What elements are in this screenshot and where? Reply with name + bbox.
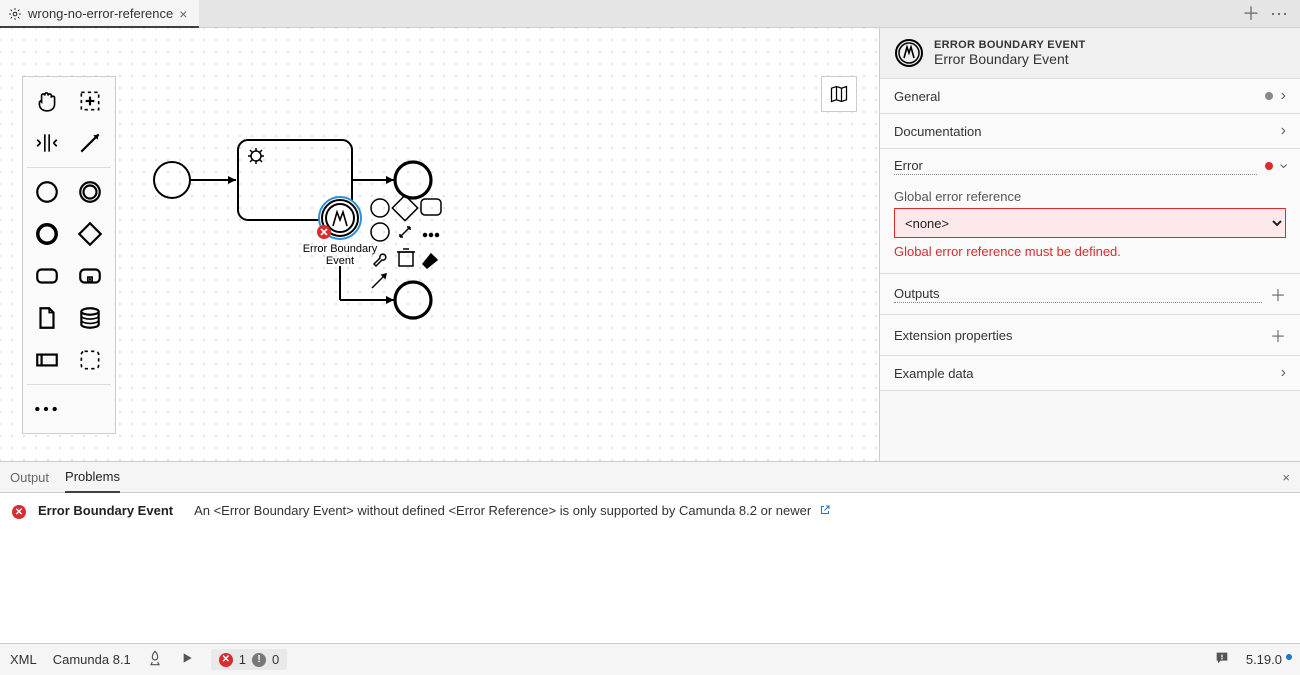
error-icon: ✕ [219,653,233,667]
section-documentation[interactable]: Documentation › [880,114,1300,149]
state-dot-icon [1265,92,1273,100]
error-dot-icon [1265,162,1273,170]
section-extension[interactable]: Extension properties ＋ [880,315,1300,356]
panel-type: ERROR BOUNDARY EVENT [934,39,1085,51]
tool-connect[interactable] [70,123,110,163]
gear-icon [8,7,22,21]
add-icon[interactable]: ＋ [1270,323,1286,347]
tool-data-object[interactable] [27,298,67,338]
tool-intermediate-event[interactable] [70,172,110,212]
chevron-right-icon: › [1281,364,1286,382]
chevron-right-icon: › [1281,87,1286,105]
global-error-ref-select[interactable]: <none> [894,208,1286,238]
run-button[interactable] [179,650,195,669]
problem-row[interactable]: Error Boundary Event An <Error Boundary … [38,503,831,518]
problem-message: An <Error Boundary Event> without define… [194,503,811,518]
chevron-right-icon: › [1281,122,1286,140]
more-menu-button[interactable]: ⋯ [1270,5,1288,23]
validation-message: Global error reference must be defined. [894,244,1286,259]
chevron-down-icon: › [1274,163,1292,168]
properties-panel: ERROR BOUNDARY EVENT Error Boundary Even… [880,28,1300,461]
close-icon[interactable]: × [179,6,187,22]
status-xml[interactable]: XML [10,652,37,667]
error-icon: ✕ [12,505,26,519]
close-icon[interactable]: × [1282,470,1290,485]
tool-hand[interactable] [27,81,67,121]
context-pad [371,195,441,288]
tool-space[interactable] [27,123,67,163]
panel-header: ERROR BOUNDARY EVENT Error Boundary Even… [880,28,1300,79]
section-error: Error › Global error reference <none> Gl… [880,149,1300,274]
svg-text:Event: Event [326,255,354,267]
palette [22,76,116,434]
tabbar: wrong-no-error-reference × ＋ ⋯ [0,0,1300,28]
warning-icon: ! [252,653,266,667]
status-error-counter[interactable]: ✕ 1 ! 0 [211,649,287,670]
tool-start-event[interactable] [27,172,67,212]
tab-problems[interactable]: Problems [65,462,120,493]
tool-group[interactable] [70,340,110,380]
tool-end-event[interactable] [27,214,67,254]
panel-name: Error Boundary Event [934,51,1085,67]
version-label[interactable]: 5.19.0 [1246,652,1290,667]
tab-output[interactable]: Output [10,463,49,492]
element-label: Error Boundary [303,243,378,255]
problems-panel: ✕ Error Boundary Event An <Error Boundar… [0,493,1300,643]
tool-lasso[interactable] [70,81,110,121]
status-platform[interactable]: Camunda 8.1 [53,652,131,667]
tool-task[interactable] [27,256,67,296]
tabbar-actions: ＋ ⋯ [1242,0,1300,27]
section-example[interactable]: Example data › [880,356,1300,391]
external-link-icon[interactable] [819,504,831,516]
section-general[interactable]: General › [880,79,1300,114]
tool-more[interactable] [27,389,67,429]
tool-pool[interactable] [27,340,67,380]
content-area: Error Boundary Event [0,28,1300,461]
problem-source: Error Boundary Event [38,503,173,518]
tool-data-store[interactable] [70,298,110,338]
section-outputs[interactable]: Outputs ＋ [880,274,1300,315]
new-tab-button[interactable]: ＋ [1242,5,1260,23]
section-error-head[interactable]: Error › [880,149,1300,183]
error-event-icon [894,38,924,68]
feedback-button[interactable] [1214,650,1230,669]
deploy-button[interactable] [147,650,163,669]
diagram-svg: Error Boundary Event [0,28,880,458]
bottom-tabs: Output Problems × [0,461,1300,493]
file-tab-title: wrong-no-error-reference [28,6,173,21]
field-label: Global error reference [894,189,1286,204]
add-icon[interactable]: ＋ [1270,282,1286,306]
tool-subprocess[interactable] [70,256,110,296]
status-bar: XML Camunda 8.1 ✕ 1 ! 0 5.19.0 [0,643,1300,675]
tool-gateway[interactable] [70,214,110,254]
file-tab[interactable]: wrong-no-error-reference × [0,0,199,27]
canvas[interactable]: Error Boundary Event [0,28,880,461]
